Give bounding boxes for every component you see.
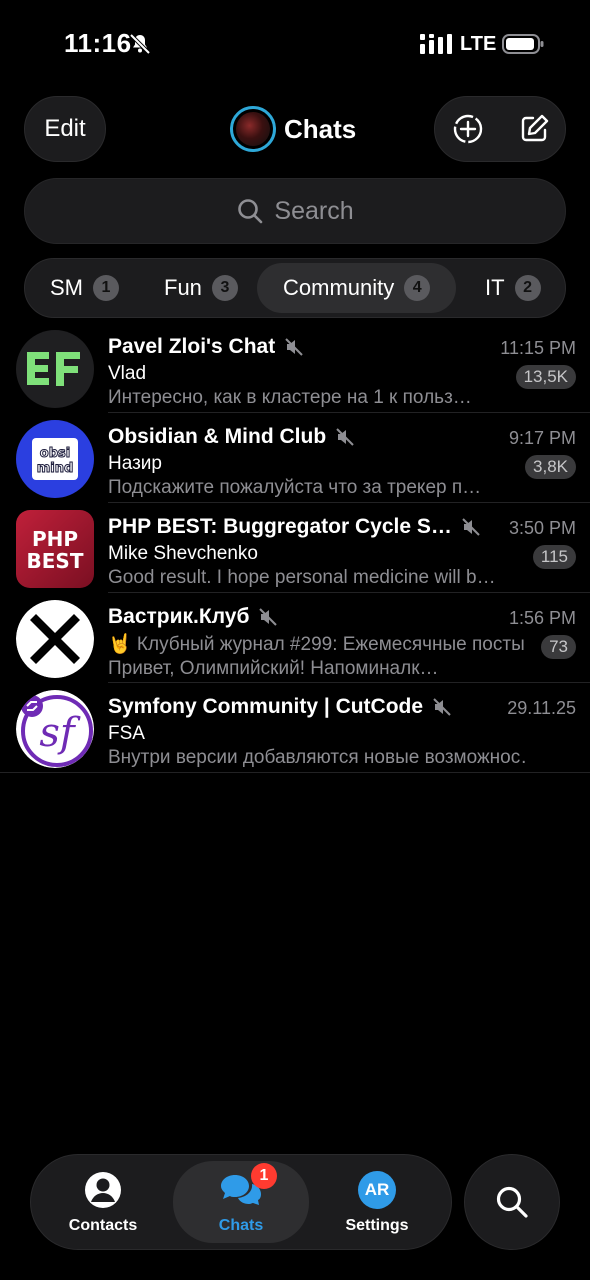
muted-icon: [285, 338, 303, 356]
screen: 11:16 LTE Edit Chats Search SM 1 Fun 3 C…: [0, 0, 590, 1280]
tab-sm[interactable]: SM 1: [50, 259, 119, 317]
chat-time: 1:56 PM: [508, 608, 576, 628]
tab-label: Fun: [164, 275, 202, 300]
chat-title: Symfony Community | CutCode: [108, 695, 453, 719]
battery-icon: [502, 34, 544, 54]
chat-name: PHP BEST: Buggregator Cycle S…: [108, 515, 452, 538]
chat-title: Вастрик.Клуб: [108, 605, 279, 629]
avatar: [16, 600, 94, 678]
avatar: obsi mind: [16, 420, 94, 498]
unread-badge: 1: [251, 1163, 277, 1189]
chat-time: 29.11.25: [507, 698, 576, 718]
search-icon: [496, 1186, 528, 1218]
person-circle-icon: [85, 1172, 121, 1208]
tab-community[interactable]: Community 4: [257, 263, 457, 313]
chat-row-pavel-zloi[interactable]: Pavel Zloi's Chat 11:15 PM Vlad Интересн…: [0, 323, 590, 413]
tab-count: 4: [404, 275, 431, 301]
avatar: AR: [358, 1171, 396, 1209]
muted-icon: [336, 428, 354, 446]
chat-sender: Vlad: [108, 363, 147, 384]
php-best-logo: PHP BEST: [27, 527, 84, 573]
tab-count: 3: [211, 275, 238, 301]
chat-name: Obsidian & Mind Club: [108, 425, 327, 448]
chat-row-php-best[interactable]: PHP BEST PHP BEST: Buggregator Cycle S… …: [0, 503, 590, 593]
muted-icon: [259, 608, 278, 626]
signal-icon: [420, 34, 452, 54]
symfony-logo: sf: [16, 690, 94, 768]
chat-preview: Good result. I hope personal medicine wi…: [108, 567, 496, 588]
chat-row-obsidian[interactable]: obsi mind Obsidian & Mind Club 9:17 PM Н…: [0, 413, 590, 503]
unread-badge: 73: [541, 635, 576, 659]
chat-time: 11:15 PM: [500, 338, 576, 358]
vastrik-logo: [16, 600, 94, 678]
tab-it[interactable]: IT 2: [485, 259, 541, 317]
search-placeholder: Search: [274, 196, 354, 225]
chat-time: 9:17 PM: [508, 428, 576, 448]
ef-logo: [16, 330, 94, 408]
search-button[interactable]: [464, 1154, 560, 1250]
tab-settings[interactable]: AR Settings: [309, 1155, 445, 1249]
unread-badge: 115: [532, 545, 576, 569]
chat-sender: Mike Shevchenko: [108, 543, 258, 564]
muted-icon: [462, 518, 480, 536]
story-avatar[interactable]: [230, 106, 276, 152]
edit-button[interactable]: Edit: [24, 96, 106, 162]
network-type: LTE: [460, 33, 497, 55]
svg-text:mind: mind: [37, 461, 74, 476]
avatar-initials: AR: [358, 1171, 396, 1209]
unread-badge: 3,8K: [525, 455, 576, 479]
chat-list: Pavel Zloi's Chat 11:15 PM Vlad Интересн…: [0, 323, 590, 773]
status-bar: 11:16 LTE: [0, 0, 590, 90]
svg-text:sf: sf: [39, 710, 81, 756]
tab-bar: Contacts 1 Chats AR Settings: [30, 1154, 452, 1250]
chat-time: 3:50 PM: [508, 518, 576, 538]
chat-row-symfony[interactable]: sf Symfony Community | CutCode 29.11.25 …: [0, 683, 590, 773]
svg-text:obsi: obsi: [40, 446, 70, 461]
avatar: sf: [16, 690, 94, 768]
page-title: Chats: [230, 104, 356, 154]
chat-sender: Назир: [108, 453, 162, 474]
avatar-text-1: PHP: [32, 527, 78, 551]
tab-fun[interactable]: Fun 3: [164, 259, 238, 317]
tab-label: Contacts: [68, 1217, 138, 1234]
tab-chats[interactable]: 1 Chats: [173, 1161, 309, 1243]
tab-label: Settings: [345, 1217, 409, 1234]
tab-label: SM: [50, 275, 83, 300]
search-input[interactable]: Search: [24, 178, 566, 244]
tab-contacts[interactable]: Contacts: [35, 1155, 171, 1249]
title-text: Chats: [284, 113, 357, 144]
unread-badge: 13,5K: [515, 365, 576, 389]
status-time: 11:16: [64, 28, 132, 58]
chat-preview: 🤘 Клубный журнал #299: Ежемесячные посты…: [108, 634, 525, 679]
tab-label: Chats: [218, 1217, 264, 1234]
tab-label: Community: [283, 275, 395, 300]
compose-icon[interactable]: [517, 112, 551, 146]
tab-label: IT: [485, 275, 505, 300]
tab-count: 2: [514, 275, 541, 301]
folder-tabs: SM 1 Fun 3 Community 4 IT 2: [24, 258, 566, 318]
muted-icon: [433, 698, 451, 716]
chat-row-vastrik[interactable]: Вастрик.Клуб 1:56 PM 🤘 Клубный журнал #2…: [0, 593, 590, 683]
avatar-image: [236, 112, 270, 146]
avatar-text-2: BEST: [27, 549, 84, 573]
chat-name: Pavel Zloi's Chat: [108, 335, 276, 358]
search-icon: [238, 199, 263, 224]
chat-preview: Внутри версии добавляются новые возможно…: [108, 747, 528, 768]
bell-slash-icon: [129, 33, 151, 55]
avatar: [16, 330, 94, 408]
chat-name: Symfony Community | CutCode: [108, 695, 424, 718]
chat-sender: FSA: [108, 723, 145, 744]
chat-title: Obsidian & Mind Club: [108, 425, 356, 449]
avatar: PHP BEST: [16, 510, 94, 588]
chat-preview: Подскажите пожалуйста что за трекер п…: [108, 477, 482, 498]
header-actions: [434, 96, 566, 162]
chat-title: Pavel Zloi's Chat: [108, 335, 305, 359]
obsidian-logo: obsi mind: [16, 420, 94, 498]
chat-name: Вастрик.Клуб: [108, 605, 250, 628]
add-story-icon[interactable]: [451, 112, 485, 146]
tab-count: 1: [93, 275, 119, 301]
chat-title: PHP BEST: Buggregator Cycle S…: [108, 515, 482, 539]
chat-preview: Интересно, как в кластере на 1 к польз…: [108, 387, 472, 408]
